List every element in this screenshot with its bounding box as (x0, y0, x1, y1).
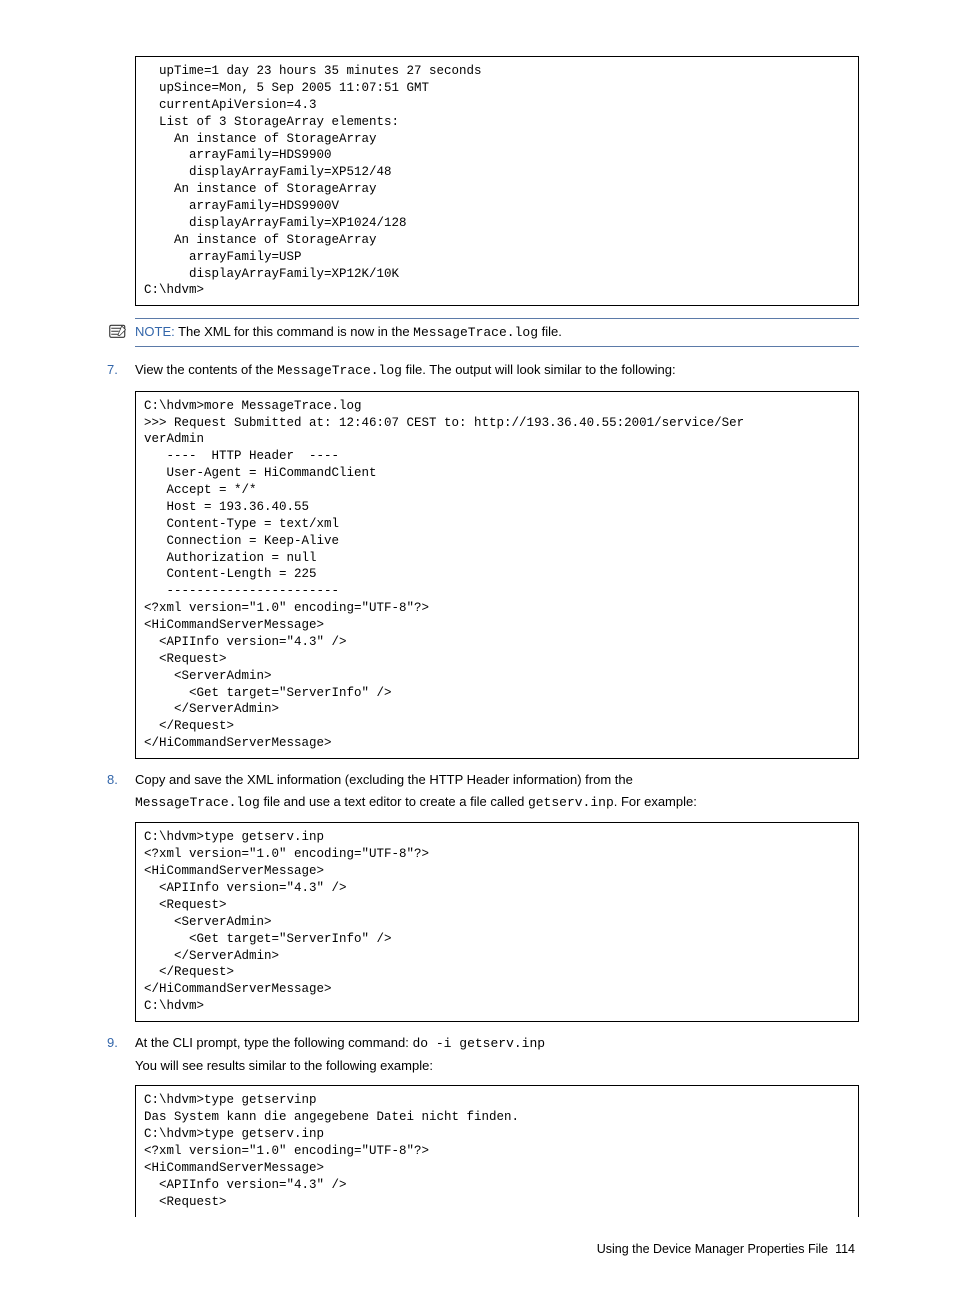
footer-page: 114 (835, 1242, 855, 1256)
note-label: NOTE: (135, 324, 175, 339)
step-number: 9. (107, 1034, 118, 1052)
step-8-line2: MessageTrace.log file and use a text edi… (135, 793, 859, 812)
step-8: 8. Copy and save the XML information (ex… (95, 771, 859, 812)
note-filename: MessageTrace.log (413, 325, 538, 340)
note-pre: The XML for this command is now in the (175, 324, 413, 339)
note-text: NOTE: The XML for this command is now in… (135, 323, 562, 342)
code-block-1: upTime=1 day 23 hours 35 minutes 27 seco… (135, 56, 859, 306)
step-9-line1: At the CLI prompt, type the following co… (135, 1034, 859, 1053)
step-7-pre: View the contents of the (135, 362, 277, 377)
step-9-cmd: do -i getserv.inp (412, 1036, 545, 1051)
note-icon (109, 324, 127, 340)
code-block-2: C:\hdvm>more MessageTrace.log >>> Reques… (135, 391, 859, 759)
step-number: 8. (107, 771, 118, 789)
step-9-pre: At the CLI prompt, type the following co… (135, 1035, 412, 1050)
step-7-post: file. The output will look similar to th… (402, 362, 676, 377)
step-9: 9. At the CLI prompt, type the following… (95, 1034, 859, 1075)
page-footer: Using the Device Manager Properties File… (95, 1241, 859, 1259)
step-8-mid: file and use a text editor to create a f… (260, 794, 528, 809)
footer-title: Using the Device Manager Properties File (597, 1242, 828, 1256)
code-block-4: C:\hdvm>type getservinp Das System kann … (135, 1085, 859, 1216)
step-7-file: MessageTrace.log (277, 363, 402, 378)
step-8-file1: MessageTrace.log (135, 795, 260, 810)
note-post: file. (538, 324, 562, 339)
step-7: 7. View the contents of the MessageTrace… (95, 361, 859, 380)
step-8-file2: getserv.inp (528, 795, 614, 810)
step-7-text: View the contents of the MessageTrace.lo… (135, 361, 859, 380)
note-block: NOTE: The XML for this command is now in… (135, 318, 859, 347)
code-block-3: C:\hdvm>type getserv.inp <?xml version="… (135, 822, 859, 1022)
step-8-post: . For example: (614, 794, 697, 809)
step-8-line1: Copy and save the XML information (exclu… (135, 771, 859, 789)
step-9-line2: You will see results similar to the foll… (135, 1057, 859, 1075)
step-number: 7. (107, 361, 118, 379)
